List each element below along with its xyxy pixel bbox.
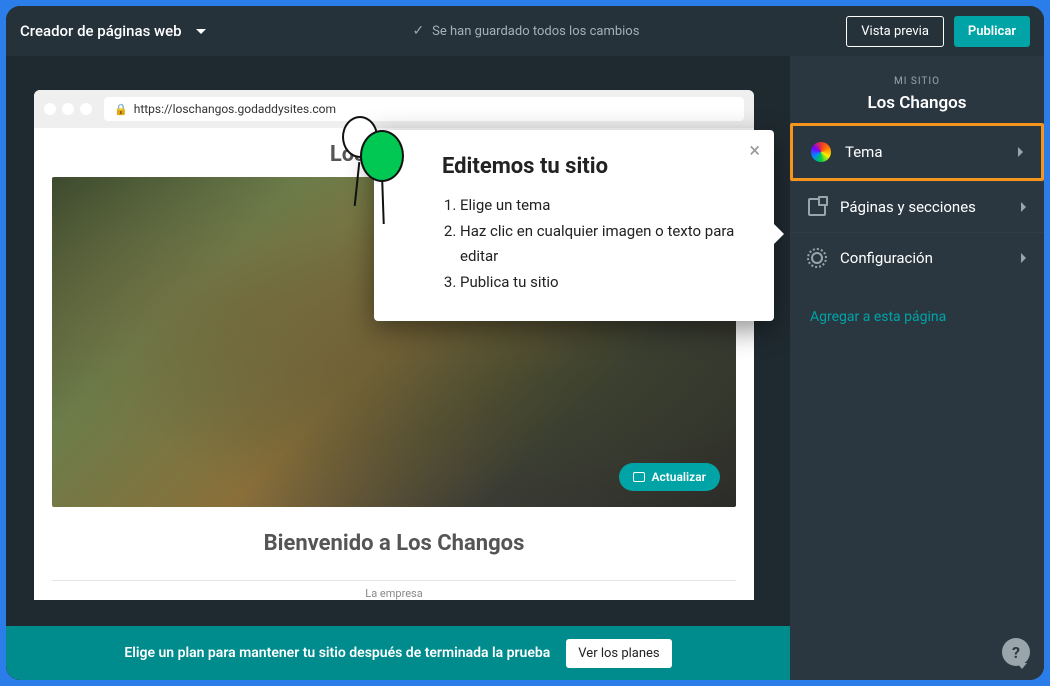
- sidebar-item-theme[interactable]: Tema: [790, 123, 1044, 181]
- banner-text: Elige un plan para mantener tu sitio des…: [124, 645, 550, 661]
- url-bar: 🔒 https://loschangos.godaddysites.com: [104, 97, 744, 121]
- chevron-right-icon: [1021, 202, 1026, 212]
- preview-button[interactable]: Vista previa: [846, 16, 944, 47]
- sidebar-item-label: Tema: [845, 143, 1004, 161]
- popover-step: Elige un tema: [460, 193, 748, 219]
- add-to-page-link[interactable]: Agregar a esta página: [790, 283, 1044, 351]
- popover-steps: Elige un tema Haz clic en cualquier imag…: [442, 193, 748, 295]
- sidebar: MI SITIO Los Changos Tema Páginas y secc…: [790, 56, 1044, 680]
- sidebar-item-pages[interactable]: Páginas y secciones: [790, 181, 1044, 232]
- camera-icon: [633, 472, 645, 482]
- canvas-area: 🔒 https://loschangos.godaddysites.com Lo…: [6, 56, 790, 680]
- upgrade-banner: Elige un plan para mantener tu sitio des…: [6, 626, 790, 680]
- save-status-text: Se han guardado todos los cambios: [432, 24, 639, 39]
- chevron-right-icon: [1021, 253, 1026, 263]
- update-button[interactable]: Actualizar: [619, 463, 720, 491]
- sidebar-item-label: Páginas y secciones: [840, 198, 1007, 216]
- brand-label: Creador de páginas web: [20, 22, 182, 40]
- window-dots: [44, 103, 92, 115]
- popover-step: Publica tu sitio: [460, 270, 748, 296]
- sidebar-item-settings[interactable]: Configuración: [790, 232, 1044, 283]
- url-text: https://loschangos.godaddysites.com: [134, 102, 336, 116]
- pages-icon: [808, 198, 826, 216]
- checkmark-icon: ✓: [412, 23, 424, 39]
- chevron-down-icon: [196, 29, 206, 34]
- topbar: Creador de páginas web ✓ Se han guardado…: [6, 6, 1044, 56]
- chevron-right-icon: [1018, 147, 1023, 157]
- update-button-label: Actualizar: [651, 470, 706, 484]
- browser-chrome: 🔒 https://loschangos.godaddysites.com: [34, 90, 754, 128]
- brand-dropdown[interactable]: Creador de páginas web: [20, 22, 206, 40]
- dot-icon: [80, 103, 92, 115]
- popover-step: Haz clic en cualquier imagen o texto par…: [460, 219, 748, 270]
- popover-title: Editemos tu sitio: [442, 154, 748, 179]
- close-icon[interactable]: ×: [749, 140, 760, 160]
- help-button[interactable]: ?: [1002, 638, 1030, 666]
- save-status: ✓ Se han guardado todos los cambios: [218, 23, 835, 39]
- sidebar-header: MI SITIO Los Changos: [790, 56, 1044, 123]
- welcome-heading: Bienvenido a Los Changos: [52, 531, 736, 556]
- sidebar-site-name: Los Changos: [790, 93, 1044, 113]
- gear-icon: [808, 249, 826, 267]
- subsection-label: La empresa: [52, 580, 736, 600]
- onboarding-popover: × Editemos tu sitio Elige un tema Haz cl…: [374, 130, 774, 321]
- lock-icon: 🔒: [114, 103, 128, 116]
- sidebar-eyebrow: MI SITIO: [790, 76, 1044, 87]
- sidebar-item-label: Configuración: [840, 249, 1007, 267]
- dot-icon: [44, 103, 56, 115]
- theme-icon: [811, 142, 831, 162]
- publish-button[interactable]: Publicar: [954, 16, 1030, 47]
- see-plans-button[interactable]: Ver los planes: [566, 639, 671, 668]
- dot-icon: [62, 103, 74, 115]
